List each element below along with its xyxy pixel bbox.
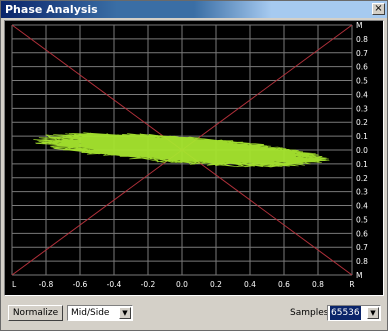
phase-plot: M 0.8 0.7 0.6 0.5 0.4 0.3 0.2 0.1 0.0 0.1 0.2 0.3 0.4… — [4, 20, 384, 296]
bottom-scale-label: 0.0 — [176, 280, 188, 289]
right-scale-label: 0.2 — [356, 174, 368, 183]
right-scale-label: 0.4 — [356, 90, 368, 99]
bottom-scale-label: -0.6 — [73, 280, 88, 289]
normalize-button[interactable]: Normalize — [8, 305, 63, 321]
phase-analysis-window: Phase Analysis × M 0.8 0.7 0.6 0.5 0.4 0.3 0.2 0… — [0, 0, 388, 331]
bottom-scale-label: -0.2 — [141, 280, 156, 289]
bottom-scale-label: R — [349, 280, 354, 289]
right-scale-label: 0.5 — [356, 215, 368, 224]
right-scale-label: 0.1 — [356, 132, 368, 141]
right-scale-label: 0.8 — [356, 257, 368, 266]
right-scale-label: 0.0 — [356, 146, 368, 155]
bottom-scale-label: 0.4 — [244, 280, 256, 289]
bottom-scale-label: 0.2 — [210, 280, 222, 289]
window-title: Phase Analysis — [5, 3, 98, 16]
right-scale-label: 0.7 — [356, 49, 368, 58]
right-scale-label: 0.8 — [356, 35, 368, 44]
right-scale-label: 0.2 — [356, 118, 368, 127]
bottom-scale-label: 0.8 — [312, 280, 324, 289]
samples-value: 65536 — [330, 306, 361, 320]
bottom-scale-label: -0.8 — [39, 280, 54, 289]
bottom-scale-label: 0.6 — [278, 280, 290, 289]
samples-label: Samples — [290, 308, 329, 318]
right-scale-label: 0.6 — [356, 229, 368, 238]
phase-scope: M 0.8 0.7 0.6 0.5 0.4 0.3 0.2 0.1 0.0 0.1 0.2 0.3 0.4… — [5, 21, 383, 295]
right-scale-label: 0.5 — [356, 77, 368, 86]
samples-select[interactable]: 65536 ▼ — [327, 305, 381, 321]
right-scale-label: M — [356, 271, 362, 280]
right-scale-label: 0.3 — [356, 188, 368, 197]
right-scale-label: 0.1 — [356, 160, 368, 169]
right-scale-label: M — [356, 21, 362, 30]
right-scale-label: 0.6 — [356, 63, 368, 72]
title-bar[interactable]: Phase Analysis × — [1, 1, 387, 18]
controls-bar: Normalize Mid/Side ▼ Samples 65536 ▼ — [1, 299, 387, 331]
dropdown-arrow-icon[interactable]: ▼ — [367, 307, 379, 319]
mode-select[interactable]: Mid/Side ▼ — [67, 305, 133, 321]
right-scale-label: 0.7 — [356, 243, 368, 252]
right-scale-label: 0.4 — [356, 202, 368, 211]
bottom-scale-label: -0.4 — [107, 280, 122, 289]
close-icon: × — [374, 3, 383, 14]
right-scale-label: 0.3 — [356, 104, 368, 113]
close-button[interactable]: × — [372, 3, 385, 15]
dropdown-arrow-icon[interactable]: ▼ — [119, 307, 131, 319]
mode-value: Mid/Side — [71, 308, 110, 318]
